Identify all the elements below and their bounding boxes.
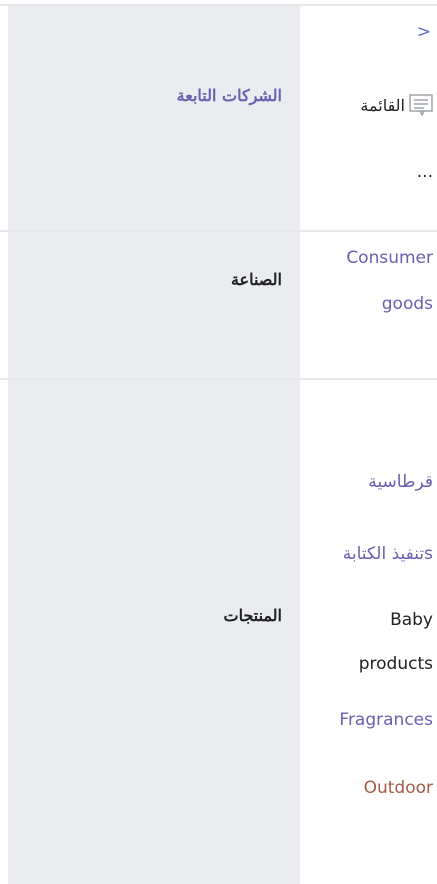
infobox-row-subsidiaries: الشركات التابعة > القائمة ...: [0, 4, 437, 232]
expand-arrow-icon[interactable]: >: [417, 22, 431, 42]
infobox-label-cell: الشركات التابعة: [8, 6, 300, 232]
industry-value-link-line1[interactable]: Consumer: [346, 248, 433, 268]
product-item-text: Baby: [390, 610, 433, 630]
industry-label: الصناعة: [230, 270, 282, 289]
list-icon: [409, 94, 433, 116]
product-item-link[interactable]: قرطاسية: [368, 472, 433, 492]
industry-value-cell: Consumer goods: [300, 232, 437, 380]
products-value-cell: قرطاسية تنفيذ الكتابةs Baby products Fra…: [300, 380, 437, 884]
infobox: الشركات التابعة > القائمة ... الصناعة Co…: [0, 0, 437, 884]
list-toggle-label: القائمة: [360, 95, 405, 115]
infobox-row-industry: الصناعة Consumer goods: [0, 230, 437, 380]
product-item-text: products: [358, 654, 433, 674]
products-label: المنتجات: [223, 606, 283, 625]
subsidiaries-value-cell: > القائمة ...: [300, 6, 437, 232]
infobox-label-cell: المنتجات: [8, 380, 300, 884]
infobox-label-cell: الصناعة: [8, 232, 300, 380]
product-item-external-link[interactable]: Outdoor: [364, 778, 433, 798]
product-item-link[interactable]: تنفيذ الكتابةs: [343, 544, 433, 564]
subsidiaries-more-ellipsis: ...: [416, 162, 433, 182]
infobox-row-products: المنتجات قرطاسية تنفيذ الكتابةs Baby pro…: [0, 378, 437, 884]
industry-value-link-line2[interactable]: goods: [382, 294, 433, 314]
product-item-link[interactable]: Fragrances: [339, 710, 433, 730]
subsidiaries-label-link[interactable]: الشركات التابعة: [177, 86, 282, 105]
subsidiaries-list-toggle[interactable]: القائمة: [360, 92, 433, 118]
